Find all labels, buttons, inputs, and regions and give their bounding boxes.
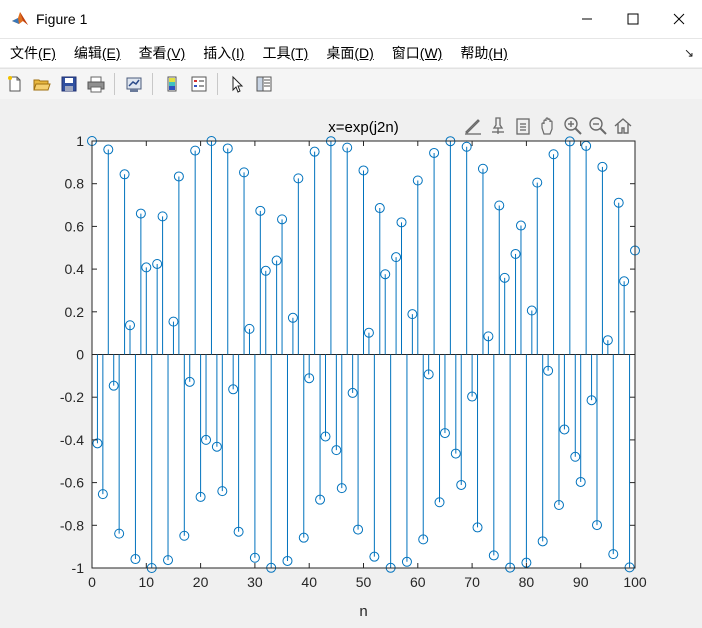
menu-edit[interactable]: 编辑(E): [66, 43, 129, 63]
insert-legend-icon: [191, 76, 207, 92]
x-axis-label: n: [359, 603, 367, 620]
edit-plot-pointer-icon: [232, 75, 244, 93]
brush-data-button[interactable]: [460, 115, 485, 137]
data-tips-icon: [491, 117, 504, 134]
toolbar-separator: [152, 73, 153, 95]
x-tick-label: 40: [301, 574, 317, 590]
y-tick-label: 1: [76, 133, 84, 149]
window-controls: [564, 0, 702, 38]
y-tick-label: -0.6: [60, 475, 84, 491]
property-inspector-icon: [256, 76, 272, 92]
menu-tools[interactable]: 工具(T): [254, 43, 316, 63]
new-figure-button[interactable]: [3, 72, 27, 96]
print-icon: [87, 76, 105, 93]
x-tick-label: 80: [519, 574, 535, 590]
export-button[interactable]: [510, 115, 535, 137]
axes-toolbar: [460, 115, 635, 137]
maximize-icon: [627, 13, 639, 25]
x-tick-label: 50: [356, 574, 372, 590]
brush-data-icon: [464, 119, 481, 135]
minimize-icon: [582, 18, 592, 20]
insert-legend-button[interactable]: [187, 72, 211, 96]
save-icon: [61, 76, 77, 92]
chart-title: x=exp(j2n): [328, 119, 398, 136]
x-tick-label: 20: [193, 574, 209, 590]
stem-plot: 0 10 20 30 40 50 60 70 80 90 100 1 0.8 0.6 0.4 0.2 0 -0.2…: [60, 119, 647, 620]
menu-view[interactable]: 查看(V): [131, 43, 194, 63]
x-tick-label: 100: [623, 574, 647, 590]
menu-desktop[interactable]: 桌面(D): [318, 43, 381, 63]
x-tick-label: 60: [410, 574, 426, 590]
toolbar-separator: [217, 73, 218, 95]
restore-view-icon: [614, 118, 631, 134]
menu-window[interactable]: 窗口(W): [384, 43, 451, 63]
x-tick-label: 0: [88, 574, 96, 590]
close-icon: [673, 13, 685, 25]
new-figure-icon: [8, 76, 21, 92]
title-bar: Figure 1: [0, 0, 702, 39]
zoom-in-icon: [563, 117, 582, 135]
save-button[interactable]: [57, 72, 81, 96]
menu-bar: 文件(F) 编辑(E) 查看(V) 插入(I) 工具(T) 桌面(D) 窗口(W…: [0, 39, 702, 67]
y-tick-label: 0.8: [65, 176, 85, 192]
menu-file[interactable]: 文件(F): [2, 43, 64, 63]
link-plot-button[interactable]: [122, 72, 146, 96]
menu-help[interactable]: 帮助(H): [452, 43, 515, 63]
close-button[interactable]: [656, 0, 702, 38]
window-title: Figure 1: [36, 11, 88, 27]
insert-colorbar-icon: [167, 76, 177, 92]
maximize-button[interactable]: [610, 0, 656, 38]
y-tick-label: -1: [72, 560, 85, 576]
zoom-out-button[interactable]: [585, 115, 610, 137]
y-tick-label: 0.4: [65, 261, 85, 277]
x-tick-label: 70: [464, 574, 480, 590]
dock-arrow-icon[interactable]: ↘: [684, 46, 694, 60]
minimize-button[interactable]: [564, 0, 610, 38]
y-tick-label: 0: [76, 347, 84, 363]
edit-plot-button[interactable]: [225, 72, 249, 96]
export-icon: [515, 118, 530, 135]
open-file-icon: [33, 79, 51, 91]
y-tick-label: -0.4: [60, 432, 84, 448]
matlab-icon: [12, 12, 28, 25]
x-tick-label: 30: [247, 574, 263, 590]
property-inspector-button[interactable]: [252, 72, 276, 96]
zoom-out-icon: [588, 117, 607, 135]
y-tick-label: -0.2: [60, 389, 84, 405]
x-tick-label: 10: [139, 574, 155, 590]
open-file-button[interactable]: [30, 72, 54, 96]
toolbar-separator: [114, 73, 115, 95]
zoom-in-button[interactable]: [560, 115, 585, 137]
link-plot-icon: [126, 77, 142, 92]
print-button[interactable]: [84, 72, 108, 96]
restore-view-button[interactable]: [610, 115, 635, 137]
y-tick-label: -0.8: [60, 517, 84, 533]
pan-icon: [540, 117, 553, 135]
insert-colorbar-button[interactable]: [160, 72, 184, 96]
figure-toolbar: [0, 68, 702, 100]
menu-insert[interactable]: 插入(I): [195, 43, 252, 63]
x-tick-label: 90: [573, 574, 589, 590]
pan-button[interactable]: [535, 115, 560, 137]
figure-canvas: 0 10 20 30 40 50 60 70 80 90 100 1 0.8 0.6 0.4 0.2 0 -0.2…: [0, 99, 702, 628]
data-tips-button[interactable]: [485, 115, 510, 137]
y-tick-label: 0.2: [65, 304, 85, 320]
y-tick-label: 0.6: [65, 218, 85, 234]
